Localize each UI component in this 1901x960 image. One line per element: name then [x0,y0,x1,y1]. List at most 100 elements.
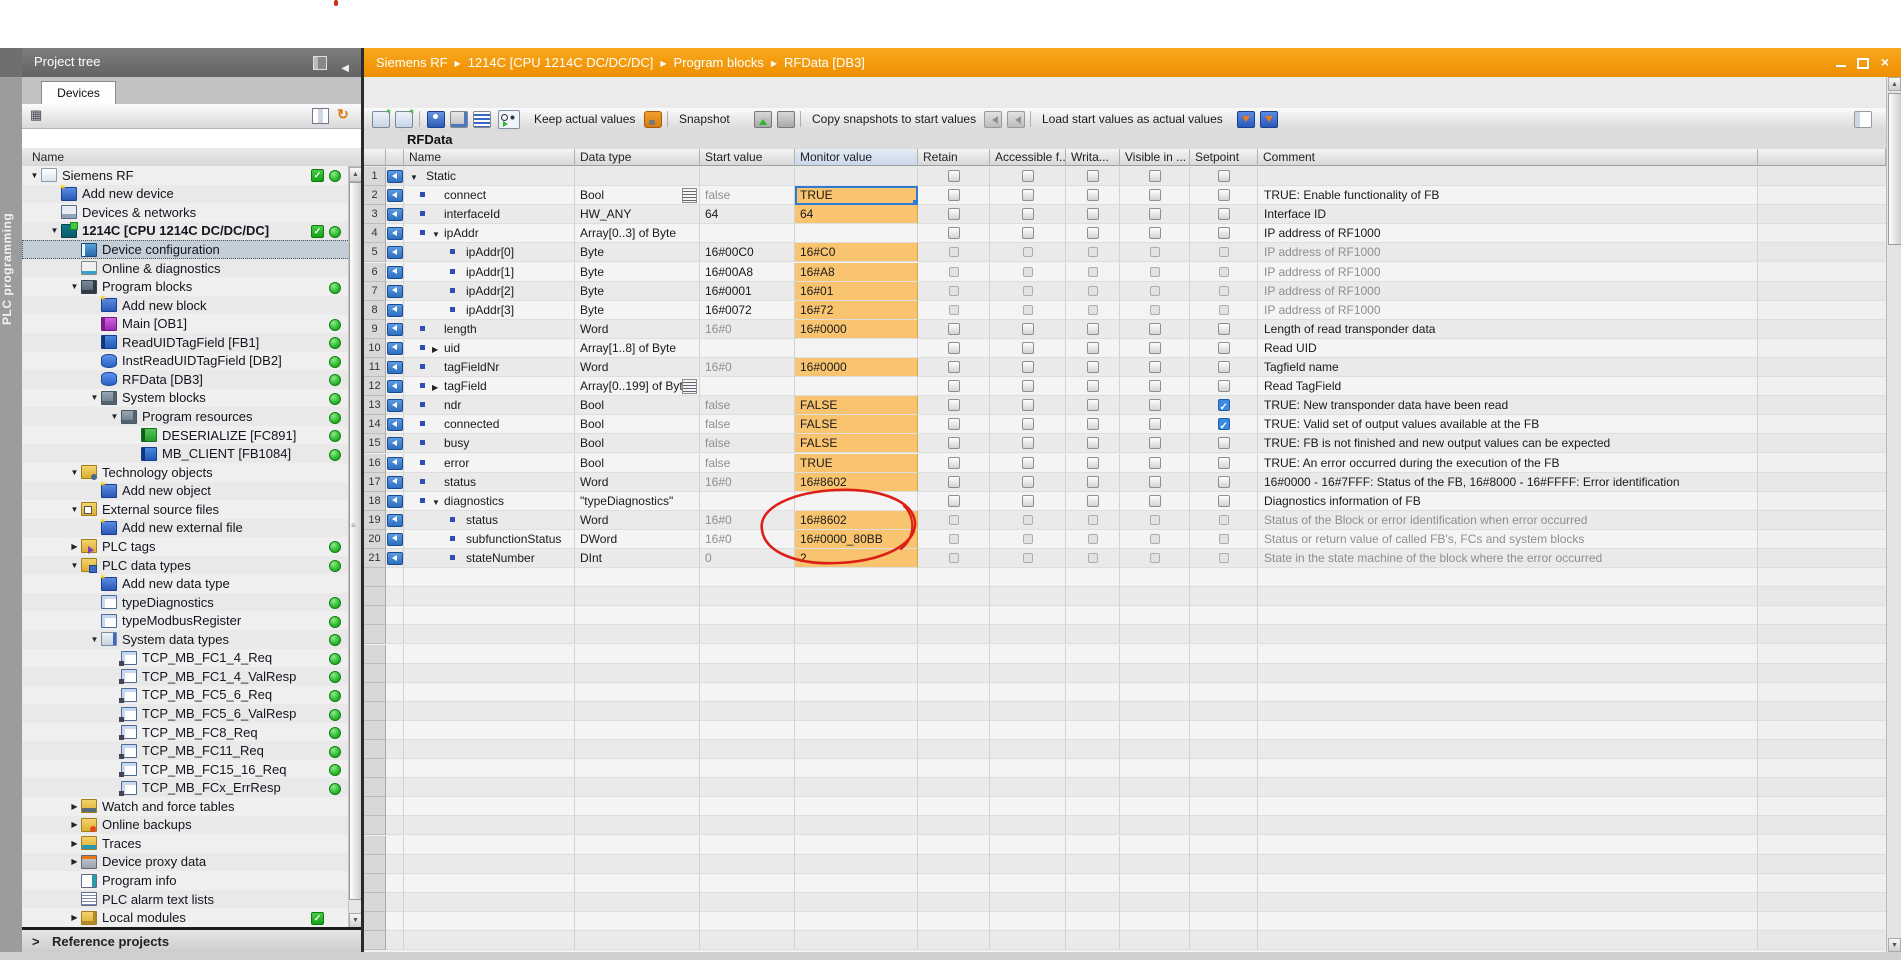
cell-mon[interactable] [795,167,918,186]
cell-mon[interactable] [795,224,918,243]
cell-start[interactable] [700,339,795,358]
cell-dt[interactable] [575,167,700,186]
snapshot-camera2-icon[interactable] [777,111,795,128]
cell-mon[interactable]: 16#01 [795,282,918,301]
tree-item-typemodbusregister[interactable]: typeModbusRegister [22,611,348,630]
row-expand-icon[interactable]: ▶ [432,379,438,396]
table-row[interactable]: 6ipAddr[1]Byte16#00A816#A8IP address of … [364,263,1886,282]
cell-name[interactable]: ▶tagField [404,377,575,396]
writa-checkbox[interactable] [1087,418,1099,430]
cell-comment[interactable]: TRUE: Enable functionality of FB [1258,186,1758,205]
setp-checkbox[interactable] [1218,476,1230,488]
cell-dt[interactable]: Byte [575,282,700,301]
retain-checkbox[interactable] [949,247,959,257]
cell-mon[interactable]: 64 [795,205,918,224]
cell-name[interactable]: ▶uid [404,339,575,358]
tree-item-tcp-mb-fcx-errresp[interactable]: TCP_MB_FCx_ErrResp [22,778,348,797]
acc-checkbox[interactable] [1022,189,1034,201]
table-row[interactable]: 7ipAddr[2]Byte16#000116#01IP address of … [364,282,1886,301]
setp-checkbox[interactable] [1219,534,1229,544]
tree-expand-icon[interactable]: ▼ [68,468,81,477]
vis-checkbox[interactable] [1150,267,1160,277]
insert-row-icon[interactable] [372,111,390,128]
cell-name[interactable]: ▼diagnostics [404,492,575,511]
cell-mon[interactable]: 16#0000 [795,320,918,339]
tree-expand-icon[interactable]: ▼ [48,226,61,235]
vis-checkbox[interactable] [1149,227,1161,239]
acc-checkbox[interactable] [1022,457,1034,469]
tree-item-main-ob1[interactable]: Main [OB1] [22,314,348,333]
cell-start[interactable]: 16#0 [700,511,795,530]
load-db2-icon[interactable] [1260,111,1278,128]
writa-checkbox[interactable] [1087,170,1099,182]
tree-item-instreaduidtagfield-db2[interactable]: InstReadUIDTagField [DB2] [22,352,348,371]
tree-item-readuidtagfield-fb1[interactable]: ReadUIDTagField [FB1] [22,333,348,352]
cell-dt[interactable]: Bool [575,454,700,473]
retain-checkbox[interactable] [948,476,960,488]
writa-checkbox[interactable] [1088,515,1098,525]
tree-expand-icon[interactable]: ▼ [88,393,101,402]
cell-name[interactable]: ipAddr[2] [404,282,575,301]
writa-checkbox[interactable] [1088,553,1098,563]
cell-comment[interactable] [1258,167,1758,186]
cell-comment[interactable]: Status or return value of called FB's, F… [1258,530,1758,549]
writa-checkbox[interactable] [1087,342,1099,354]
keep-values-lock-icon[interactable] [644,111,662,128]
cell-mon[interactable]: 16#C0 [795,243,918,262]
cell-dt[interactable]: Word [575,511,700,530]
cell-dt[interactable]: Word [575,358,700,377]
tree-refresh-icon[interactable]: ↻ [337,106,349,123]
copy-snapshot-icon[interactable] [984,111,1002,128]
restore-button[interactable] [1854,55,1870,70]
setp-checkbox[interactable] [1218,380,1230,392]
cell-mon[interactable] [795,339,918,358]
acc-checkbox[interactable] [1023,247,1033,257]
writa-checkbox[interactable] [1087,227,1099,239]
tree-item-technology-objects[interactable]: ▼Technology objects [22,463,348,482]
vis-checkbox[interactable] [1149,342,1161,354]
tree-expand-icon[interactable]: ▼ [88,635,101,644]
cell-name[interactable]: ▼ipAddr [404,224,575,243]
tree-item-device-configuration[interactable]: Device configuration [22,240,348,259]
vis-checkbox[interactable] [1149,361,1161,373]
cell-start[interactable] [700,377,795,396]
setp-checkbox[interactable] [1218,170,1230,182]
acc-checkbox[interactable] [1022,170,1034,182]
cell-comment[interactable]: Interface ID [1258,205,1758,224]
writa-checkbox[interactable] [1088,247,1098,257]
column-header-accessible-f[interactable]: Accessible f... [990,149,1066,166]
cell-start[interactable]: 64 [700,205,795,224]
update-interface-icon[interactable] [450,111,468,128]
expand-panel-icon[interactable] [1854,111,1872,128]
table-row[interactable]: 8ipAddr[3]Byte16#007216#72IP address of … [364,301,1886,320]
cell-dt[interactable]: DWord [575,530,700,549]
cell-dt[interactable]: Bool [575,396,700,415]
cell-mon[interactable]: FALSE [795,396,918,415]
setp-checkbox[interactable] [1219,286,1229,296]
breadcrumb-item[interactable]: Siemens RF [376,55,448,70]
tree-item-tcp-mb-fc5-6-req[interactable]: TCP_MB_FC5_6_Req [22,686,348,705]
setp-checkbox[interactable] [1218,342,1230,354]
table-row[interactable]: 14connectedBoolfalseFALSETRUE: Valid set… [364,415,1886,434]
cell-name[interactable]: ipAddr[3] [404,301,575,320]
table-row[interactable]: 21stateNumberDInt02State in the state ma… [364,549,1886,568]
retain-checkbox[interactable] [948,399,960,411]
acc-checkbox[interactable] [1022,342,1034,354]
table-row[interactable]: 9lengthWord16#016#0000Length of read tra… [364,320,1886,339]
tree-item-program-resources[interactable]: ▼Program resources [22,407,348,426]
tree-item-add-new-data-type[interactable]: Add new data type [22,574,348,593]
tab-devices[interactable]: Devices [41,81,116,105]
vis-checkbox[interactable] [1149,208,1161,220]
tree-item-online-diagnostics[interactable]: Online & diagnostics [22,259,348,278]
cell-name[interactable]: interfaceId [404,205,575,224]
cell-comment[interactable]: Read TagField [1258,377,1758,396]
cell-name[interactable]: ▼Static [404,167,575,186]
cell-dt[interactable]: "typeDiagnostics" [575,492,700,511]
tree-item-plc-data-types[interactable]: ▼PLC data types [22,556,348,575]
cell-start[interactable]: 16#0001 [700,282,795,301]
tree-item-deserialize-fc891[interactable]: DESERIALIZE [FC891] [22,426,348,445]
retain-checkbox[interactable] [948,189,960,201]
cell-mon[interactable]: FALSE [795,415,918,434]
cell-dt[interactable]: Bool [575,415,700,434]
cell-mon[interactable]: TRUE [795,454,918,473]
